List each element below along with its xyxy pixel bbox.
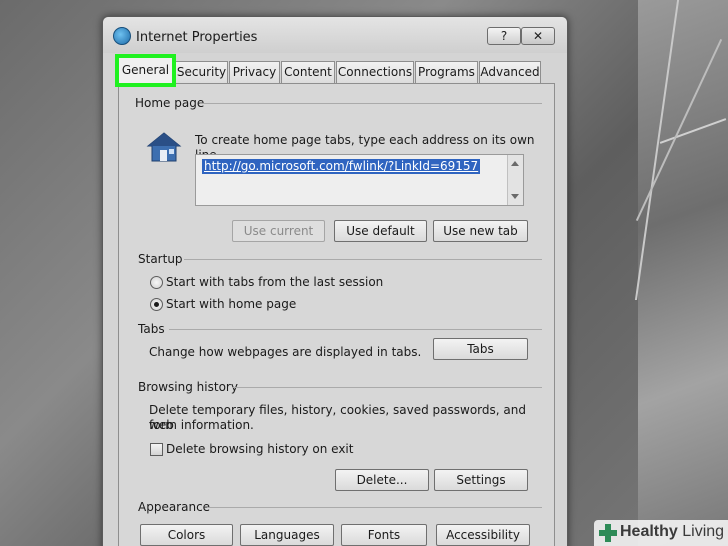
watermark-text: Healthy Living [620,523,725,540]
start-home-page-label[interactable]: Start with home page [166,297,296,312]
languages-button[interactable]: Languages [240,524,334,546]
scroll-up-arrow-icon[interactable] [511,161,519,166]
group-divider [232,387,542,388]
close-button[interactable]: ✕ [521,27,555,45]
browsing-history-group-label: Browsing history [138,380,238,394]
fonts-button[interactable]: Fonts [341,524,427,546]
help-button[interactable]: ? [487,27,521,45]
accessibility-button[interactable]: Accessibility [436,524,530,546]
internet-globe-icon [113,27,131,45]
start-last-session-label[interactable]: Start with tabs from the last session [166,275,383,290]
desktop-background-decoration [634,0,728,546]
start-last-session-radio[interactable] [150,276,163,289]
window-title: Internet Properties [136,30,258,45]
home-page-url-text[interactable]: http://go.microsoft.com/fwlink/?LinkId=6… [202,159,481,174]
start-home-page-radio[interactable] [150,298,163,311]
general-tab-panel: Home page To create home page tabs, type… [118,83,555,546]
internet-properties-dialog: Internet Properties ? ✕ General Security… [102,16,568,546]
group-divider [207,507,542,508]
url-scrollbar[interactable] [507,155,523,205]
tabs-group-label: Tabs [138,322,165,336]
delete-on-exit-label[interactable]: Delete browsing history on exit [166,442,353,457]
group-divider [169,329,542,330]
tab-general[interactable]: General [115,54,176,87]
tab-connections[interactable]: Connections [336,61,414,83]
group-divider [184,259,542,260]
browsing-history-description-line2: form information. [149,418,254,432]
tab-security[interactable]: Security [175,61,228,83]
tabs-settings-button[interactable]: Tabs [433,338,528,360]
appearance-group-label: Appearance [138,500,211,514]
history-settings-button[interactable]: Settings [434,469,528,491]
delete-on-exit-checkbox[interactable] [150,443,163,456]
home-page-group-label: Home page [135,96,205,110]
home-page-url-textarea[interactable]: http://go.microsoft.com/fwlink/?LinkId=6… [195,154,524,206]
delete-history-button[interactable]: Delete... [335,469,429,491]
tab-privacy[interactable]: Privacy [229,61,280,83]
colors-button[interactable]: Colors [140,524,233,546]
startup-group-label: Startup [138,252,183,266]
healthy-living-watermark: Healthy Living [594,520,728,546]
use-new-tab-button[interactable]: Use new tab [433,220,528,242]
use-default-button[interactable]: Use default [334,220,427,242]
house-icon [146,132,182,162]
tab-programs[interactable]: Programs [415,61,478,83]
use-current-button[interactable]: Use current [232,220,325,242]
scroll-down-arrow-icon[interactable] [511,194,519,199]
health-cross-icon [599,524,617,542]
tab-advanced[interactable]: Advanced [479,61,541,83]
group-divider [200,103,542,104]
tab-content[interactable]: Content [281,61,335,83]
tabs-description: Change how webpages are displayed in tab… [149,345,422,359]
title-bar[interactable]: Internet Properties ? ✕ [103,17,567,53]
